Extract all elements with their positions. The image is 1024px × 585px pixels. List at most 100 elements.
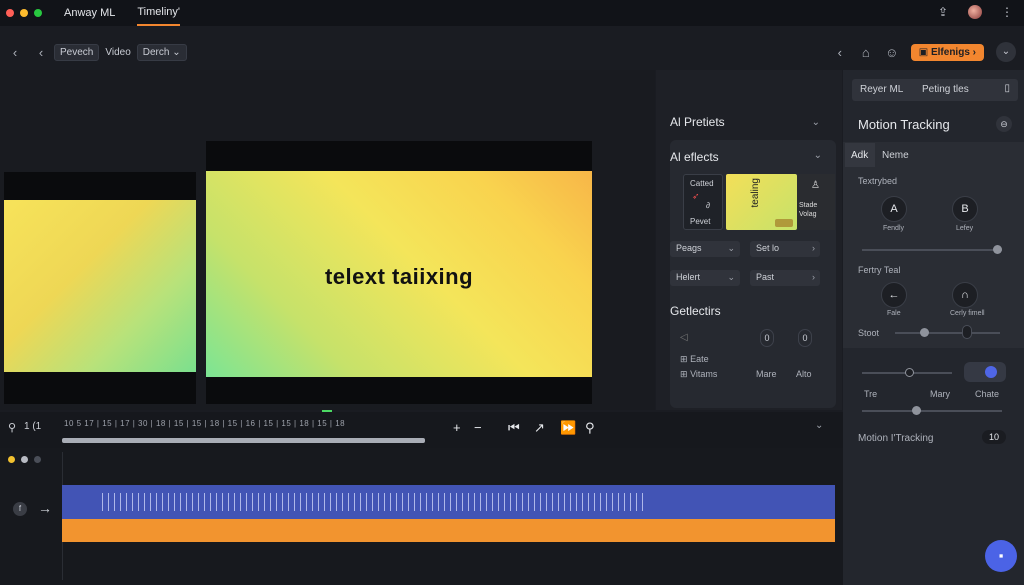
secondary-preview-frame[interactable] xyxy=(4,172,196,404)
column-label-1: Mare xyxy=(756,369,777,379)
main-preview-image: telext taiixing xyxy=(206,171,592,377)
preset-dropdown-1[interactable]: Peags ⌄ xyxy=(670,241,740,257)
track-dot[interactable] xyxy=(21,456,28,463)
zoom-in-icon[interactable]: + xyxy=(453,420,461,435)
chevron-down-icon[interactable]: ⌄ xyxy=(812,117,820,128)
effect-thumb-3[interactable]: ♙ Stade Volag xyxy=(797,174,835,230)
lower-label-1: Tre xyxy=(864,389,878,399)
toggle-dot xyxy=(985,366,997,378)
panel-header-item-1[interactable]: Reyer ML xyxy=(860,84,903,95)
back-icon[interactable]: ‹ xyxy=(8,45,22,60)
more-icon[interactable]: ⋮ xyxy=(1000,5,1014,19)
list-item[interactable]: ⊞ Eate xyxy=(680,354,709,365)
chevron-down-icon[interactable]: ⌄ xyxy=(814,150,822,161)
track-settings-icon[interactable]: f xyxy=(13,502,27,516)
pen-icon[interactable]: ↗ xyxy=(534,420,545,436)
effect-thumb-2[interactable]: tealing xyxy=(726,174,797,230)
grid-icon: ⊞ xyxy=(680,354,688,364)
knob-2[interactable]: 0 xyxy=(798,329,812,347)
audio-track-clip[interactable] xyxy=(62,519,835,542)
app-name[interactable]: Anway ML xyxy=(64,7,115,19)
tab-timeline[interactable]: Timeliny' xyxy=(137,6,180,26)
arrow-left-icon[interactable]: ← xyxy=(881,282,907,308)
option-a-button[interactable]: A xyxy=(881,196,907,222)
search-icon[interactable]: ⚲ xyxy=(585,420,595,436)
settings-button-label: Elfenigs xyxy=(930,46,970,58)
minimize-window-button[interactable] xyxy=(20,9,28,17)
main-preview-frame[interactable]: telext taiixing xyxy=(206,141,592,404)
preset-dropdown-2[interactable]: Set lo › xyxy=(750,241,820,257)
get-effects-title: Getlectirs xyxy=(670,304,721,318)
avatar[interactable] xyxy=(968,5,982,19)
option-c-label: Fale xyxy=(887,310,901,317)
preset-dropdown-4[interactable]: Past › xyxy=(750,270,820,286)
doc-icon[interactable]: ▯ xyxy=(1004,83,1010,94)
footer-label: Motion I'Tracking xyxy=(858,433,934,444)
video-label[interactable]: Video xyxy=(105,47,130,58)
slider-handle[interactable] xyxy=(920,328,929,337)
track-dot[interactable] xyxy=(8,456,15,463)
panel-header-item-2[interactable]: Peting tles xyxy=(922,84,969,95)
list-item[interactable]: ⊞ Vitams xyxy=(680,369,717,380)
tab-add[interactable]: Adk xyxy=(845,143,875,167)
search-dropdown[interactable]: Derch ⌄ xyxy=(136,43,187,61)
arrow-right-icon[interactable]: → xyxy=(38,500,52,516)
option-a-label: Fendly xyxy=(883,225,905,232)
slider-handle[interactable] xyxy=(993,245,1002,254)
skip-back-icon[interactable]: ⏮ xyxy=(508,420,520,436)
list-item-label: Eate xyxy=(690,354,709,364)
slider-track[interactable] xyxy=(862,410,1002,412)
thumb-b-badge xyxy=(775,219,793,227)
preview-area: telext taiixing xyxy=(0,70,655,413)
video-track-clip[interactable] xyxy=(62,485,835,519)
search-icon[interactable]: ⚲ xyxy=(8,421,16,434)
track-dot[interactable] xyxy=(34,456,41,463)
fast-forward-icon[interactable]: ⏩ xyxy=(560,420,576,436)
dropdown-2-label: Set lo xyxy=(756,243,780,253)
lower-label-2: Mary xyxy=(930,389,950,399)
footer-value[interactable]: 10 xyxy=(982,430,1006,444)
chevron-down-icon[interactable]: ⌄ xyxy=(815,420,823,431)
settings-icon[interactable]: ⊖ xyxy=(996,116,1012,132)
team-icon[interactable]: ☺ xyxy=(885,45,899,60)
settings-button[interactable]: ▣ Elfenigs › xyxy=(910,43,984,61)
preview-pill[interactable]: Pevech xyxy=(54,43,100,61)
chevron-left-icon[interactable]: ‹ xyxy=(34,45,48,60)
home-icon[interactable]: ⌂ xyxy=(859,45,873,60)
toolbar-right: ‹ ⌂ ☺ ▣ Elfenigs › ⌄ xyxy=(833,42,1016,62)
toolbar-left: ‹ ‹ Pevech Video Derch ⌄ xyxy=(8,43,187,61)
preview-caption-text: telext taiixing xyxy=(324,264,474,289)
slider-handle[interactable] xyxy=(962,325,972,339)
title-actions: ⇪ ⋮ xyxy=(936,5,1014,19)
close-window-button[interactable] xyxy=(6,9,14,17)
preset-dropdown-3[interactable]: Helert ⌄ xyxy=(670,270,740,286)
thumb-c-label: Stade xyxy=(799,202,818,209)
timeline-scrollbar[interactable] xyxy=(62,438,425,443)
tab-name[interactable]: Neme xyxy=(882,150,909,161)
toggle-switch[interactable] xyxy=(964,362,1006,382)
knob-1[interactable]: 0 xyxy=(760,329,774,347)
pin-icon: ➶ xyxy=(692,191,700,201)
more-menu-button[interactable]: ⌄ xyxy=(996,42,1016,62)
effect-thumb-1[interactable]: Catted ➶ ∂ Pevet xyxy=(683,174,723,230)
grid-icon: ⊞ xyxy=(680,369,688,379)
ai-presets-title[interactable]: Al Pretiets xyxy=(670,115,725,129)
floating-action-button[interactable]: ▪ xyxy=(985,540,1017,572)
section-label: Fertry Teal xyxy=(858,265,901,275)
chevron-left-icon[interactable]: ‹ xyxy=(833,45,847,60)
option-b-button[interactable]: B xyxy=(952,196,978,222)
chevron-down-icon: ⌄ xyxy=(172,46,181,58)
slider-handle[interactable] xyxy=(912,406,921,415)
curve-icon[interactable]: ∩ xyxy=(952,282,978,308)
arrow-left-icon[interactable]: ◁ xyxy=(680,332,688,343)
dropdown-1-label: Peags xyxy=(676,243,702,253)
tab-add-label: Adk xyxy=(851,150,869,161)
share-icon[interactable]: ⇪ xyxy=(936,5,950,19)
ai-effects-title[interactable]: Al eflects xyxy=(670,150,719,164)
slider-track[interactable] xyxy=(895,332,1000,334)
maximize-window-button[interactable] xyxy=(34,9,42,17)
slider-handle[interactable] xyxy=(905,368,914,377)
lower-label-3: Chate xyxy=(975,389,1000,399)
slider-track[interactable] xyxy=(862,249,1002,251)
zoom-out-icon[interactable]: − xyxy=(474,420,482,435)
